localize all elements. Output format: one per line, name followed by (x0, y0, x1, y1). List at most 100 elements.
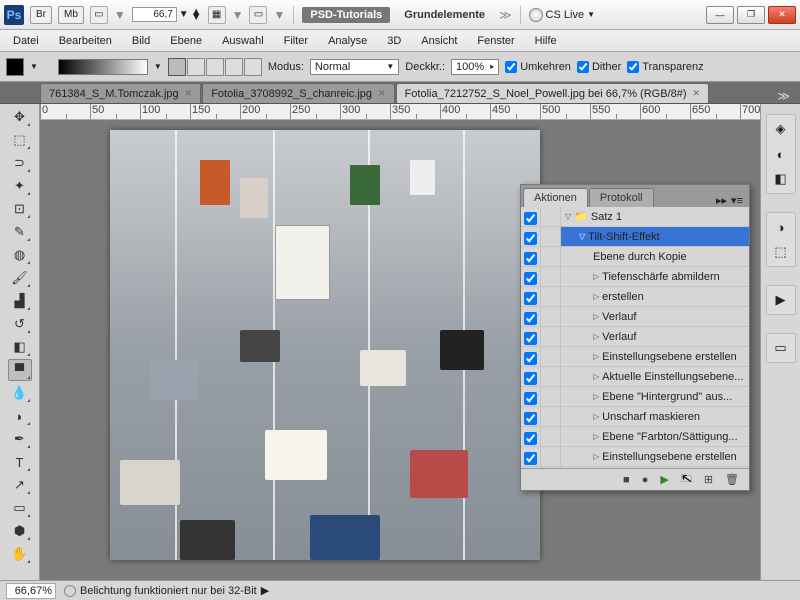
document-tab[interactable]: Fotolia_7212752_S_Noel_Powell.jpg bei 66… (396, 83, 709, 103)
tab-protokoll[interactable]: Protokoll (589, 188, 654, 207)
foreground-swatch[interactable] (6, 58, 24, 76)
3d-tool[interactable]: ⬢ (8, 520, 32, 542)
dither-checkbox[interactable]: Dither (577, 61, 621, 73)
menu-bearbeiten[interactable]: Bearbeiten (50, 33, 121, 49)
menu-analyse[interactable]: Analyse (319, 33, 376, 49)
panel-menu-icon[interactable]: ▾≡ (731, 194, 743, 207)
history-brush-tool[interactable]: ↺ (8, 313, 32, 335)
expand-arrow-icon[interactable]: ▽ (565, 212, 571, 221)
action-toggle-checkbox[interactable] (524, 251, 537, 266)
action-row[interactable]: ▷Verlauf (521, 327, 749, 347)
action-row[interactable]: ▽📁Satz 1 (521, 207, 749, 227)
minimize-button[interactable]: — (706, 6, 734, 24)
pen-tool[interactable]: ✒ (8, 428, 32, 450)
opacity-field[interactable]: 100%▸ (451, 59, 499, 75)
action-row[interactable]: ▷Ebene "Hintergrund" aus... (521, 387, 749, 407)
action-row[interactable]: ▷Aktuelle Einstellungsebene... (521, 367, 749, 387)
workspace-psd-tutorials[interactable]: PSD-Tutorials (302, 7, 390, 23)
document-canvas[interactable] (110, 130, 540, 560)
action-row[interactable]: ▷Unscharf maskieren (521, 407, 749, 427)
close-tab-icon[interactable]: ✕ (692, 88, 700, 99)
action-toggle-checkbox[interactable] (524, 331, 537, 346)
gradient-preview[interactable] (58, 59, 148, 75)
gradient-reflected-button[interactable] (225, 58, 243, 76)
expand-arrow-icon[interactable]: ▷ (593, 452, 599, 461)
document-tab[interactable]: 761384_S_M.Tomczak.jpg✕ (40, 83, 201, 103)
adjustments-icon[interactable]: ◑ (770, 216, 792, 238)
reverse-checkbox[interactable]: Umkehren (505, 61, 571, 73)
expand-arrow-icon[interactable]: ▷ (593, 332, 599, 341)
record-button[interactable]: ● (642, 474, 649, 486)
zoom-field[interactable]: ▼ ▲▼ (132, 7, 202, 22)
minibridge-button[interactable]: Mb (58, 6, 84, 24)
expand-arrow-icon[interactable]: ▷ (593, 292, 599, 301)
chevron-right-icon[interactable]: ≫ (499, 8, 512, 22)
document-tab[interactable]: Fotolia_3708992_S_chanreic.jpg✕ (202, 83, 394, 103)
new-set-button[interactable]: 🗀 (681, 470, 692, 489)
action-row[interactable]: ▷Einstellungsebene erstellen (521, 447, 749, 467)
action-toggle-checkbox[interactable] (524, 311, 537, 326)
bridge-button[interactable]: Br (30, 6, 52, 24)
expand-arrow-icon[interactable]: ▷ (593, 392, 599, 401)
expand-arrow-icon[interactable]: ▷ (593, 412, 599, 421)
mode-select[interactable]: Normal▼ (310, 59, 399, 75)
expand-arrow-icon[interactable]: ▷ (593, 272, 599, 281)
action-row[interactable]: ▷Einstellungsebene erstellen (521, 347, 749, 367)
gradient-tool[interactable]: ▀ (8, 359, 32, 381)
action-toggle-checkbox[interactable] (524, 291, 537, 306)
menu-ansicht[interactable]: Ansicht (412, 33, 466, 49)
menu-hilfe[interactable]: Hilfe (526, 33, 566, 49)
gradient-diamond-button[interactable] (244, 58, 262, 76)
workspace-grundelemente[interactable]: Grundelemente (396, 7, 493, 23)
channels-icon[interactable]: ◐ (770, 143, 792, 165)
history-icon[interactable]: ▭ (770, 337, 792, 359)
action-row[interactable]: ▷erstellen (521, 287, 749, 307)
action-row[interactable]: ▷Tiefenschärfe abmildern (521, 267, 749, 287)
action-toggle-checkbox[interactable] (524, 411, 537, 426)
marquee-tool[interactable]: ⬚ (8, 129, 32, 151)
brush-tool[interactable]: 🖌 (8, 267, 32, 289)
action-row[interactable]: Ebene durch Kopie (521, 247, 749, 267)
menu-datei[interactable]: Datei (4, 33, 48, 49)
hand-tool[interactable]: ✋ (8, 543, 32, 565)
actions-list[interactable]: ▽📁Satz 1▽Tilt-Shift-EffektEbene durch Ko… (521, 207, 749, 468)
layers-icon[interactable]: ◈ (770, 118, 792, 140)
gradient-linear-button[interactable] (168, 58, 186, 76)
crop-tool[interactable]: ⊡ (8, 198, 32, 220)
cs-live-button[interactable]: CS Live▼ (529, 8, 595, 22)
action-toggle-checkbox[interactable] (524, 351, 537, 366)
maximize-button[interactable]: ❐ (737, 6, 765, 24)
tab-aktionen[interactable]: Aktionen (523, 188, 588, 207)
action-toggle-checkbox[interactable] (524, 271, 537, 286)
zoom-input[interactable] (132, 7, 177, 22)
expand-arrow-icon[interactable]: ▷ (593, 352, 599, 361)
expand-arrow-icon[interactable]: ▽ (579, 232, 585, 241)
heal-tool[interactable]: ◍ (8, 244, 32, 266)
close-tab-icon[interactable]: ✕ (185, 88, 193, 99)
close-button[interactable]: ✕ (768, 6, 796, 24)
menu-fenster[interactable]: Fenster (468, 33, 523, 49)
lasso-tool[interactable]: ⊃ (8, 152, 32, 174)
action-toggle-checkbox[interactable] (524, 391, 537, 406)
actions-play-icon[interactable]: ▶ (770, 289, 792, 311)
expand-arrow-icon[interactable]: ▷ (593, 312, 599, 321)
play-button[interactable]: ▶ (660, 473, 668, 486)
tab-overflow-icon[interactable]: ≫ (767, 89, 800, 103)
status-zoom[interactable]: 66,67% (6, 583, 56, 599)
type-tool[interactable]: T (8, 451, 32, 473)
menu-3d[interactable]: 3D (378, 33, 410, 49)
menu-ebene[interactable]: Ebene (161, 33, 211, 49)
shape-tool[interactable]: ▭ (8, 497, 32, 519)
extras-icon[interactable]: ▭ (249, 6, 267, 24)
eyedropper-tool[interactable]: ✎ (8, 221, 32, 243)
paths-icon[interactable]: ◧ (770, 168, 792, 190)
eraser-tool[interactable]: ◧ (8, 336, 32, 358)
action-row[interactable]: ▷Verlauf (521, 307, 749, 327)
stop-button[interactable]: ■ (623, 474, 630, 486)
gradient-radial-button[interactable] (187, 58, 205, 76)
new-action-button[interactable]: ⊞ (704, 473, 713, 486)
dodge-tool[interactable]: ◗ (8, 405, 32, 427)
menu-filter[interactable]: Filter (275, 33, 317, 49)
action-toggle-checkbox[interactable] (524, 231, 537, 246)
stamp-tool[interactable]: ▟ (8, 290, 32, 312)
